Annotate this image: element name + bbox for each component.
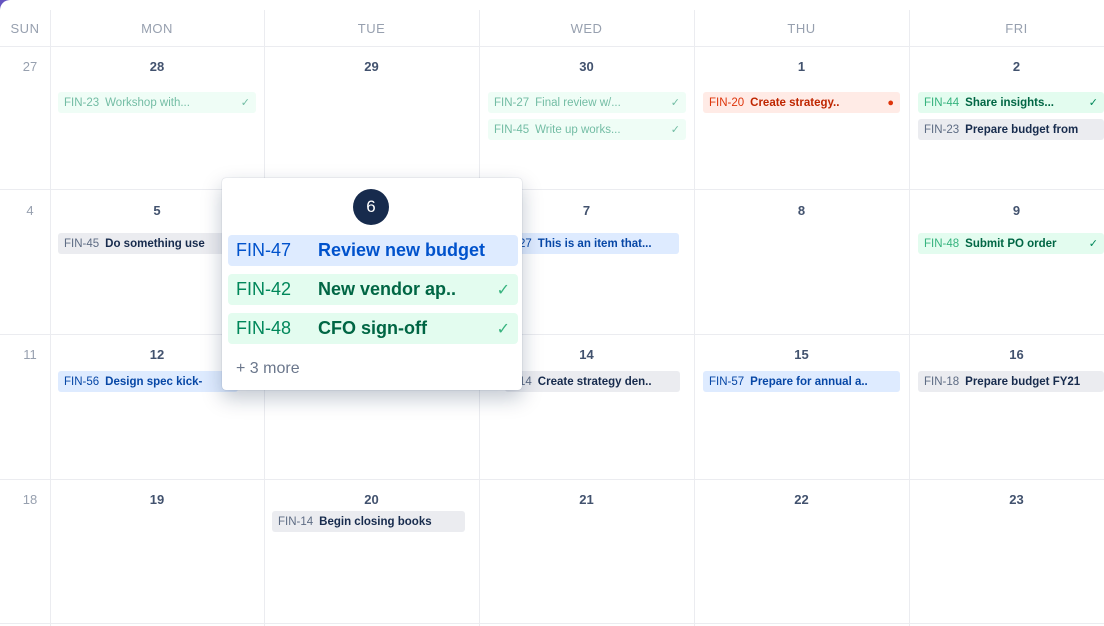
check-icon: ✓ [496, 281, 510, 299]
day-number[interactable]: 20 [264, 492, 479, 507]
event-title: Write up works... [535, 123, 621, 136]
event-title: Prepare budget from [965, 123, 1079, 136]
grid-row-divider [0, 189, 1104, 190]
grid-row-divider [0, 623, 1104, 624]
grid-column-divider [694, 10, 695, 626]
event-title: Design spec kick- [105, 375, 203, 388]
event-key: FIN-48 [236, 318, 292, 338]
calendar-event[interactable]: FIN-23 Prepare budget from [918, 119, 1104, 140]
event-key: FIN-20 [709, 96, 745, 109]
day-number[interactable]: 15 [694, 347, 909, 362]
event-title: Do something use [105, 237, 205, 250]
weekday-header-wed: WED [570, 20, 603, 36]
event-key: FIN-14 [278, 515, 314, 528]
popup-event[interactable]: FIN-47 Review new budget [228, 235, 518, 266]
day-number[interactable]: 16 [909, 347, 1104, 362]
event-title: Create strategy den.. [537, 375, 652, 388]
calendar-event[interactable]: FIN-48 Submit PO order ✓ [918, 233, 1104, 254]
event-key: FIN-47 [236, 240, 292, 260]
event-key: FIN-27 [494, 96, 530, 109]
event-key: FIN-23 [924, 123, 960, 136]
popup-event[interactable]: FIN-42 New vendor ap.. ✓ [228, 274, 518, 305]
event-title: Create strategy.. [750, 96, 840, 109]
check-icon: ✓ [1088, 97, 1098, 109]
event-title: Review new budget [318, 240, 486, 260]
calendar-event[interactable]: FIN-27 Final review w/... ✓ [488, 92, 686, 113]
calendar-event[interactable]: FIN-14 Begin closing books [272, 511, 465, 532]
calendar-event[interactable]: 14 Create strategy den.. [505, 371, 680, 392]
event-key: FIN-57 [709, 375, 745, 388]
event-key: FIN-45 [494, 123, 530, 136]
event-title: Begin closing books [319, 515, 432, 528]
event-title: Prepare budget FY21 [965, 375, 1081, 388]
day-number[interactable]: 29 [264, 59, 479, 74]
event-key: FIN-42 [236, 279, 292, 299]
event-title: Prepare for annual a.. [750, 375, 868, 388]
check-icon: ✓ [1088, 238, 1098, 250]
alert-clock-icon: ● [887, 96, 894, 109]
weekday-header-fri: FRI [1005, 20, 1028, 36]
calendar-event[interactable]: 27 This is an item that... [505, 233, 679, 254]
event-title: Final review w/... [535, 96, 621, 109]
event-key: FIN-23 [64, 96, 100, 109]
grid-column-divider [909, 10, 910, 626]
event-key: FIN-45 [64, 237, 100, 250]
day-number[interactable]: 19 [50, 492, 264, 507]
day-events-popup: 6 FIN-47 Review new budget FIN-42 New ve… [222, 178, 522, 390]
grid-row-divider [0, 334, 1104, 335]
calendar-event-overdue[interactable]: FIN-20 Create strategy.. ● [703, 92, 900, 113]
day-number[interactable]: 9 [909, 203, 1104, 218]
day-number[interactable]: 22 [694, 492, 909, 507]
calendar-event[interactable]: FIN-23 Workshop with... ✓ [58, 92, 256, 113]
popup-event[interactable]: FIN-48 CFO sign-off ✓ [228, 313, 518, 344]
calendar-event[interactable]: FIN-18 Prepare budget FY21 [918, 371, 1104, 392]
event-key: FIN-56 [64, 375, 100, 388]
weekday-header-tue: TUE [357, 20, 386, 36]
event-key: FIN-48 [924, 237, 960, 250]
event-key: FIN-18 [924, 375, 960, 388]
grid-row-divider [0, 479, 1104, 480]
check-icon: ✓ [670, 124, 680, 136]
weekday-header-thu: THU [787, 20, 816, 36]
calendar-event[interactable]: FIN-45 Do something use [58, 233, 238, 254]
weekday-header-mon: MON [141, 20, 173, 36]
calendar-event[interactable]: FIN-45 Write up works... ✓ [488, 119, 686, 140]
check-icon: ✓ [496, 320, 510, 338]
day-number[interactable]: 30 [479, 59, 694, 74]
event-key: FIN-44 [924, 96, 960, 109]
event-title: Workshop with... [105, 96, 190, 109]
event-title: This is an item that... [537, 237, 652, 250]
popup-day-number: 6 [353, 189, 389, 225]
day-number[interactable]: 23 [909, 492, 1104, 507]
day-number[interactable]: 1 [694, 59, 909, 74]
calendar-event[interactable]: FIN-44 Share insights... ✓ [918, 92, 1104, 113]
day-number[interactable]: 28 [50, 59, 264, 74]
calendar-month-view: SUN MON TUE WED THU FRI 27 28 29 30 1 2 … [0, 0, 1104, 626]
check-icon: ✓ [240, 97, 250, 109]
calendar-event[interactable]: FIN-57 Prepare for annual a.. [703, 371, 900, 392]
day-number[interactable]: 21 [479, 492, 694, 507]
weekday-header-sun: SUN [10, 20, 40, 36]
day-number[interactable]: 2 [909, 59, 1104, 74]
event-title: Share insights... [965, 96, 1054, 109]
grid-column-divider [50, 10, 51, 626]
grid-row-divider [0, 46, 1104, 47]
event-title: CFO sign-off [318, 318, 427, 338]
show-more-link[interactable]: + 3 more [236, 360, 300, 378]
check-icon: ✓ [670, 97, 680, 109]
event-title: New vendor ap.. [318, 279, 457, 299]
day-number[interactable]: 8 [694, 203, 909, 218]
event-title: Submit PO order [965, 237, 1057, 250]
calendar-event[interactable]: FIN-56 Design spec kick- [58, 371, 238, 392]
